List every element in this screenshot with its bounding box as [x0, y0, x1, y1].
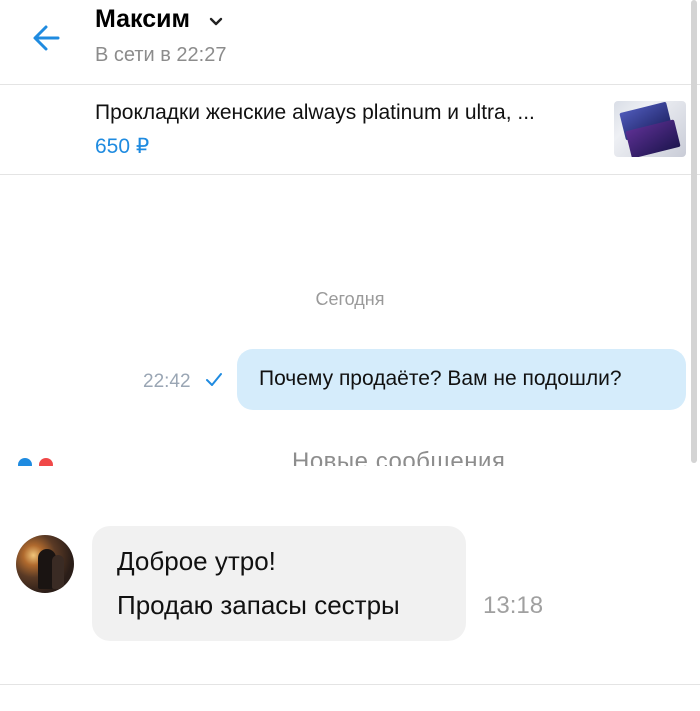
incoming-message-time: 13:18 — [483, 592, 544, 619]
avatar[interactable] — [16, 535, 74, 593]
outgoing-message-text: Почему продаёте? Вам не подошли? — [259, 367, 622, 390]
check-icon — [206, 373, 222, 386]
online-status: В сети в 22:27 — [95, 44, 227, 66]
product-divider — [0, 174, 700, 175]
header-divider — [0, 84, 700, 85]
back-button[interactable] — [28, 18, 68, 58]
product-thumbnail[interactable] — [614, 101, 686, 157]
product-price: 650 ₽ — [95, 135, 150, 158]
avatar-figure — [52, 555, 64, 589]
composer-divider — [0, 684, 700, 685]
incoming-message-line: Доброе утро! — [117, 546, 276, 576]
incoming-message-bubble[interactable] — [92, 526, 466, 641]
incoming-message-line: Продаю запасы сестры — [117, 590, 400, 620]
arrow-left-icon — [33, 25, 60, 51]
chevron-down-icon — [209, 17, 223, 26]
scrollbar[interactable] — [691, 0, 697, 463]
product-title[interactable]: Прокладки женские always platinum и ultr… — [95, 101, 535, 125]
contact-name[interactable]: Максим — [95, 5, 190, 34]
date-separator: Сегодня — [315, 289, 385, 309]
cut-band — [0, 466, 700, 480]
outgoing-message-time: 22:42 — [143, 371, 191, 392]
contact-menu-toggle[interactable] — [207, 13, 225, 29]
